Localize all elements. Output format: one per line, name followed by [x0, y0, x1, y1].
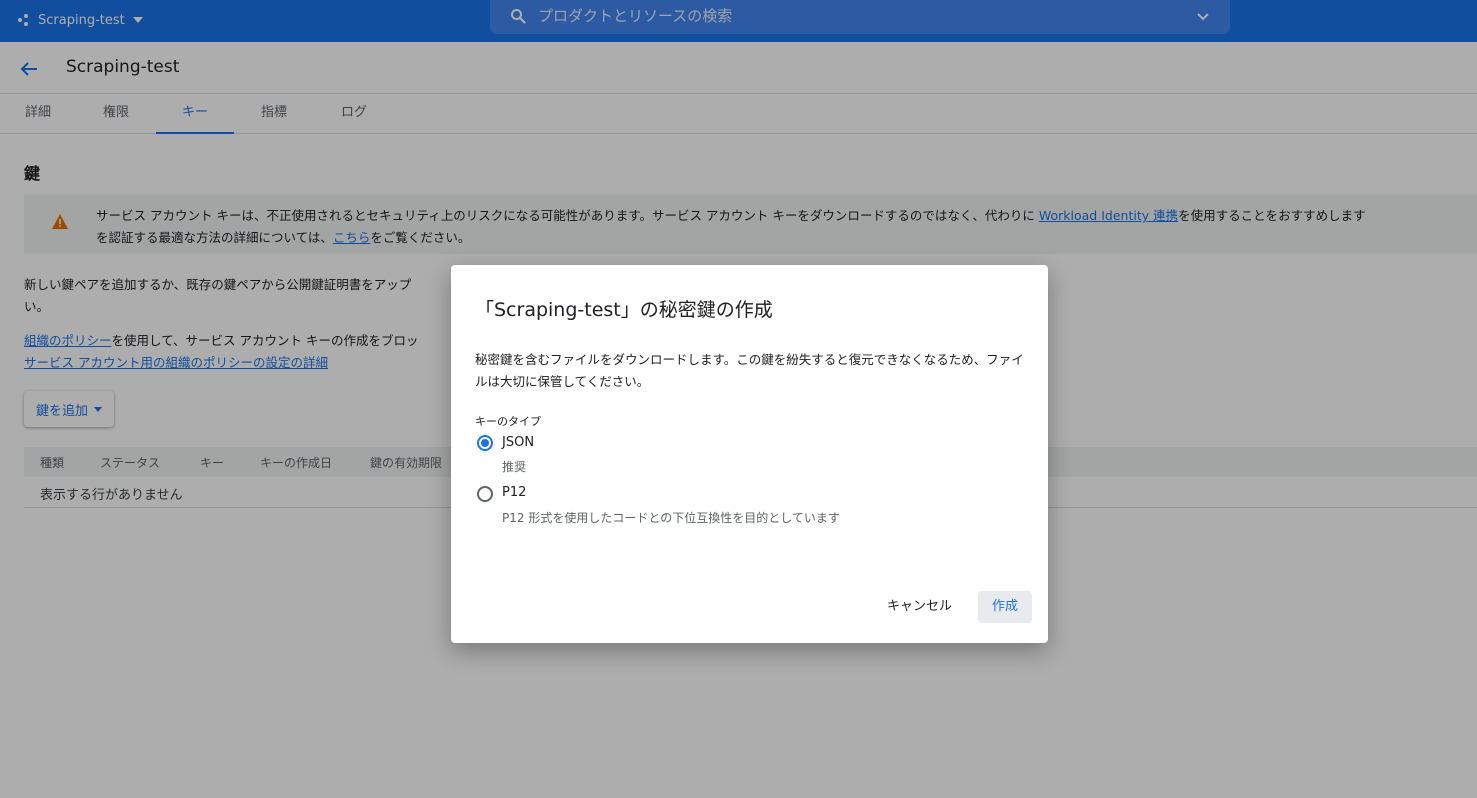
create-button[interactable]: 作成	[978, 591, 1032, 623]
json-radio[interactable]	[477, 435, 493, 451]
p12-radio[interactable]	[477, 486, 493, 502]
dialog-title: 「Scraping-test」の秘密鍵の作成	[475, 299, 773, 321]
dialog-description: 秘密鍵を含むファイルをダウンロードします。この鍵を紛失すると復元できなくなるため…	[475, 352, 1024, 389]
json-option-label[interactable]: JSON	[502, 435, 534, 450]
cancel-button[interactable]: キャンセル	[877, 591, 962, 623]
key-type-label: キーのタイプ	[475, 415, 541, 428]
json-option-sub: 推奨	[502, 460, 527, 474]
p12-option-label[interactable]: P12	[502, 485, 526, 500]
p12-option-sub: P12 形式を使用したコードとの下位互換性を目的としています	[502, 511, 840, 525]
create-private-key-dialog: 「Scraping-test」の秘密鍵の作成 秘密鍵を含むファイルをダウンロード…	[451, 265, 1048, 643]
